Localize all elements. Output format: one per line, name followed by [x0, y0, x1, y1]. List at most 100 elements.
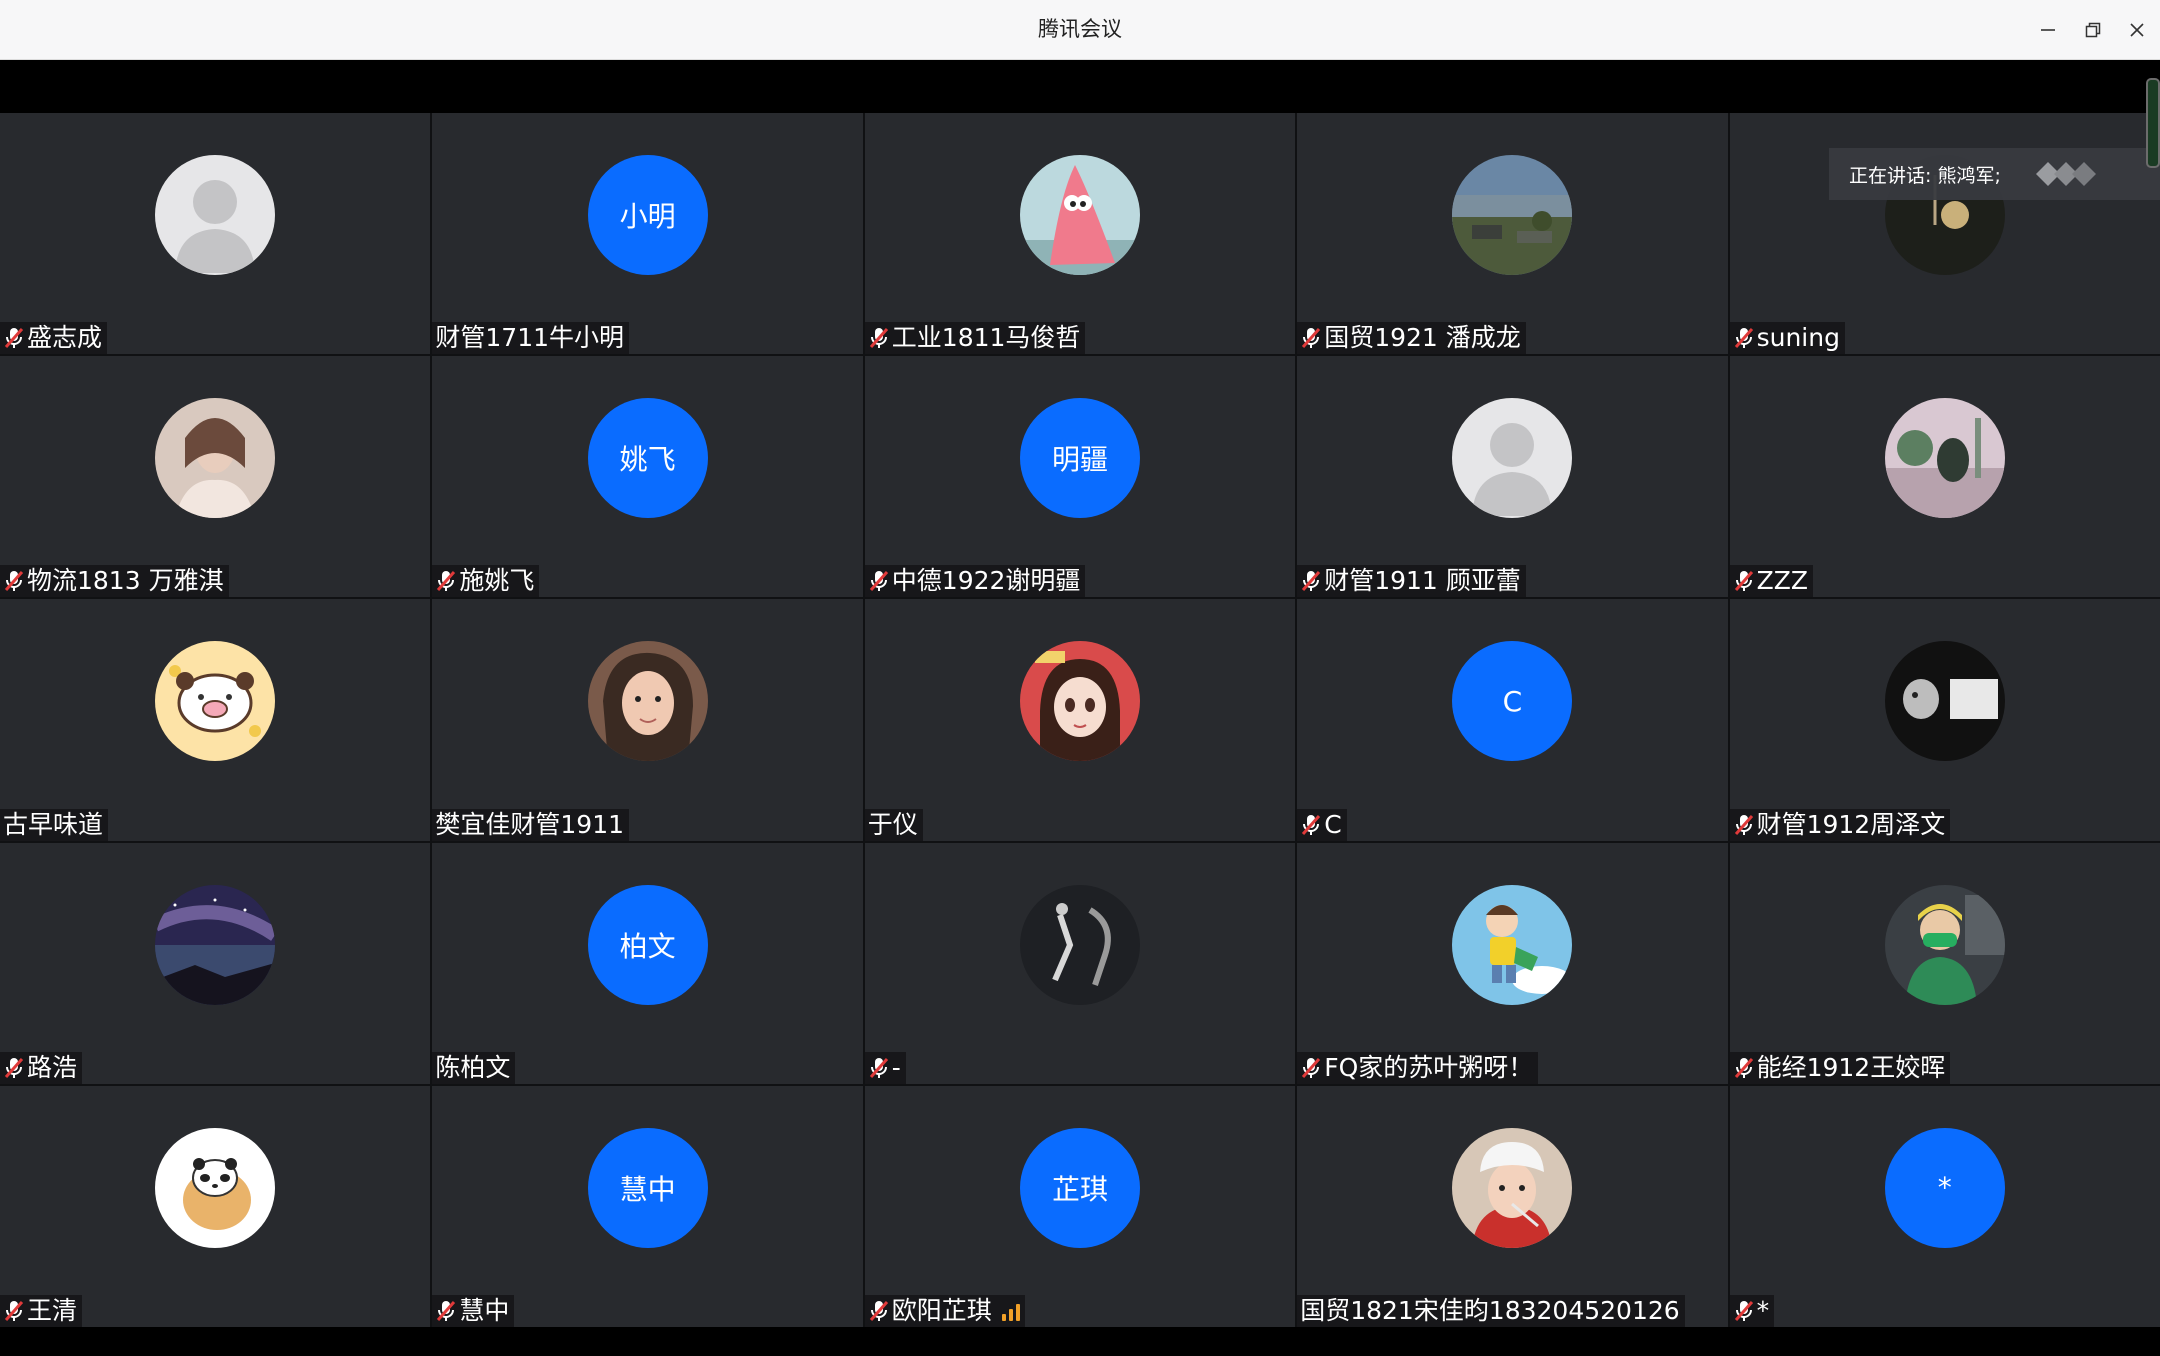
bread-avatar-icon: [155, 1127, 276, 1248]
participant-tile[interactable]: 慧中 慧中: [432, 1085, 863, 1327]
participant-tile[interactable]: CC: [1297, 599, 1728, 841]
mic-muted-icon: [1733, 569, 1755, 593]
participant-name: FQ家的苏叶粥呀！: [1324, 1052, 1534, 1082]
participant-tile[interactable]: 国贸1921 潘成龙: [1297, 113, 1728, 355]
participant-tile[interactable]: 工业1811马俊哲: [864, 113, 1296, 355]
mic-muted-icon: [1733, 326, 1755, 350]
participant-tile[interactable]: 王清: [0, 1085, 431, 1327]
avatar-initials: 慧中: [587, 1127, 708, 1248]
participant-tile[interactable]: 能经1912王姣晖: [1729, 842, 2160, 1084]
mic-muted-icon: [868, 1299, 890, 1323]
participant-name-tag: suning: [1729, 322, 1845, 355]
participant-name: 能经1912王姣晖: [1756, 1052, 1946, 1082]
minimize-icon: [2041, 29, 2055, 31]
participant-tile[interactable]: 盛志成: [0, 113, 431, 355]
participant-name: 古早味道: [3, 809, 104, 839]
participant-name-tag: 财管1911 顾亚蕾: [1297, 565, 1526, 598]
participant-name: 于仪: [867, 809, 918, 839]
participant-name: 中德1922谢明疆: [891, 566, 1081, 596]
sound-wave-icon: [2036, 162, 2096, 186]
dance-avatar-icon: [1019, 884, 1140, 1005]
participant-name-tag: 国贸1821宋佳昀183204520126: [1297, 1294, 1685, 1327]
participant-name: 工业1811马俊哲: [891, 323, 1081, 353]
mic-muted-icon: [3, 326, 25, 350]
avatar-initials: C: [1452, 641, 1573, 762]
participant-tile[interactable]: ZZZ: [1729, 356, 2160, 598]
participant-name-tag: 于仪: [864, 808, 923, 841]
window-title: 腾讯会议: [1038, 17, 1122, 41]
participant-tile[interactable]: -: [864, 842, 1296, 1084]
participant-tile[interactable]: 路浩: [0, 842, 431, 1084]
person-avatar-icon: [155, 398, 276, 519]
pig-avatar-icon: [155, 641, 276, 762]
participant-name-tag: 施姚飞: [432, 565, 540, 598]
participant-name-tag: 财管1912周泽文: [1729, 808, 1951, 841]
participant-name: 物流1813 万雅淇: [27, 566, 224, 596]
participant-tile[interactable]: 芷琪欧阳芷琪: [864, 1085, 1296, 1327]
participant-tile[interactable]: 明疆中德1922谢明疆: [864, 356, 1296, 598]
close-icon: [2130, 23, 2144, 37]
participant-name: 财管1711牛小明: [435, 323, 625, 353]
speaking-label: 正在讲话: 熊鸿军;: [1849, 164, 2001, 187]
avatar-initials: 明疆: [1019, 398, 1140, 519]
scrollbar-thumb[interactable]: [2146, 78, 2160, 168]
avatar-initials: *: [1884, 1127, 2005, 1248]
participant-name-tag: 欧阳芷琪: [864, 1294, 1025, 1327]
close-button[interactable]: [2117, 12, 2157, 48]
bw-avatar-icon: [1884, 641, 2005, 762]
participant-tile[interactable]: 物流1813 万雅淇: [0, 356, 431, 598]
participant-tile[interactable]: * *: [1729, 1085, 2160, 1327]
participant-name-tag: 工业1811马俊哲: [864, 322, 1086, 355]
participant-tile[interactable]: 姚飞施姚飞: [432, 356, 863, 598]
mic-muted-icon: [1733, 1056, 1755, 1080]
participant-name-tag: 能经1912王姣晖: [1729, 1051, 1951, 1084]
minimize-button[interactable]: [2028, 12, 2068, 48]
participant-tile[interactable]: 古早味道: [0, 599, 431, 841]
meeting-bottom-bar: [0, 1327, 2160, 1356]
participant-name: ZZZ: [1756, 566, 1808, 596]
meeting-top-bar: [0, 60, 2160, 112]
participant-name-tag: C: [1297, 808, 1347, 841]
participant-name: 陈柏文: [435, 1052, 511, 1082]
mic-muted-icon: [435, 569, 457, 593]
avatar-initials: 姚飞: [587, 398, 708, 519]
participant-name: 财管1911 顾亚蕾: [1324, 566, 1521, 596]
participant-tile[interactable]: 柏文 陈柏文: [432, 842, 863, 1084]
participant-name-tag: 王清: [0, 1294, 83, 1327]
avatar-initials: 小明: [587, 155, 708, 275]
default-avatar-icon: [155, 155, 276, 275]
mic-muted-icon: [435, 1299, 457, 1323]
girl-avatar-icon: [587, 641, 708, 762]
participant-name-tag: 路浩: [0, 1051, 83, 1084]
mic-muted-icon: [3, 1299, 25, 1323]
mic-muted-icon: [1733, 1299, 1755, 1323]
participant-tile[interactable]: 国贸1821宋佳昀183204520126: [1297, 1085, 1728, 1327]
restore-icon: [2085, 22, 2101, 38]
mic-muted-icon: [868, 326, 890, 350]
chef-avatar-icon: [1452, 1127, 1573, 1248]
participant-tile[interactable]: FQ家的苏叶粥呀！: [1297, 842, 1728, 1084]
participant-name-tag: 国贸1921 潘成龙: [1297, 322, 1526, 355]
masked-avatar-icon: [1884, 884, 2005, 1005]
participant-tile[interactable]: 樊宜佳财管1911: [432, 599, 863, 841]
restore-button[interactable]: [2073, 12, 2113, 48]
landscape-avatar-icon: [1452, 155, 1573, 275]
participant-name: *: [1756, 1295, 1770, 1325]
participant-name: 国贸1821宋佳昀183204520126: [1300, 1295, 1680, 1325]
avatar-initials: 芷琪: [1019, 1127, 1140, 1248]
participant-tile[interactable]: 财管1911 顾亚蕾: [1297, 356, 1728, 598]
participant-tile[interactable]: 财管1912周泽文: [1729, 599, 2160, 841]
participant-name-tag: ZZZ: [1729, 565, 1813, 598]
participant-name-tag: 陈柏文: [432, 1051, 516, 1084]
mic-muted-icon: [868, 1056, 890, 1080]
default-avatar-icon: [1452, 398, 1573, 519]
title-bar: 腾讯会议: [0, 0, 2160, 60]
participant-name-tag: 古早味道: [0, 808, 109, 841]
participant-grid: 盛志成 小明 财管1711牛小明 工业1811马俊哲 国贸1921 潘成龙 suning 物…: [0, 113, 2160, 1327]
participant-name: suning: [1756, 323, 1840, 353]
mic-muted-icon: [3, 569, 25, 593]
participant-tile[interactable]: 于仪: [864, 599, 1296, 841]
signal-bars-icon: [1001, 1301, 1020, 1321]
garden-avatar-icon: [1884, 398, 2005, 519]
participant-tile[interactable]: 小明财管1711牛小明: [432, 113, 863, 355]
